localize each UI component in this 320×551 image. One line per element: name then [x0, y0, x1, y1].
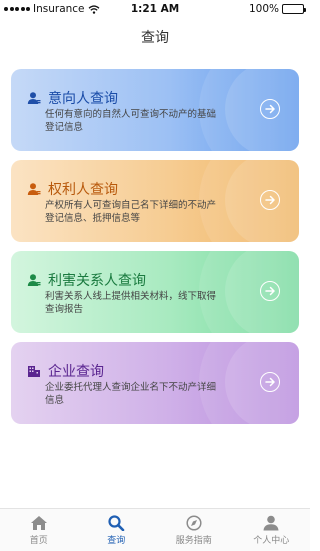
- arrow-right-button[interactable]: [260, 99, 280, 119]
- tab-home[interactable]: 首页: [0, 509, 78, 551]
- tab-service-guide[interactable]: 服务指南: [155, 509, 233, 551]
- person-icon: [27, 183, 41, 195]
- person-icon: [27, 274, 41, 286]
- arrow-right-button[interactable]: [260, 190, 280, 210]
- tab-bar: 首页 查询 服务指南 个人中心: [0, 508, 310, 551]
- person-icon: [27, 92, 41, 104]
- search-icon: [108, 515, 125, 531]
- card-title-row: 权利人查询: [27, 179, 118, 199]
- tab-label: 首页: [29, 536, 48, 546]
- card-title: 企业查询: [48, 364, 104, 380]
- query-card-interested-party[interactable]: 利害关系人查询 利害关系人线上提供相关材料，线下取得查询报告: [11, 251, 299, 333]
- card-title: 利害关系人查询: [48, 273, 146, 289]
- battery-percent: 100%: [248, 3, 279, 15]
- tab-label: 服务指南: [175, 536, 212, 546]
- arrow-right-icon: [264, 195, 275, 205]
- arrow-right-button[interactable]: [260, 372, 280, 392]
- card-title: 权利人查询: [48, 182, 118, 198]
- query-card-enterprise[interactable]: 企业查询 企业委托代理人查询企业名下不动产详细信息: [11, 342, 299, 424]
- page-title: 查询: [141, 30, 169, 46]
- card-description: 企业委托代理人查询企业名下不动产详细信息: [45, 382, 217, 406]
- status-right: 100%: [248, 3, 306, 15]
- user-icon: [263, 515, 279, 531]
- arrow-right-icon: [264, 377, 275, 387]
- card-title-row: 企业查询: [27, 361, 104, 381]
- arrow-right-icon: [264, 286, 275, 296]
- card-title-row: 利害关系人查询: [27, 270, 146, 290]
- home-icon: [30, 516, 47, 530]
- card-description: 任何有意向的自然人可查询不动产的基础登记信息: [45, 109, 217, 133]
- tab-personal-center[interactable]: 个人中心: [233, 509, 311, 551]
- query-card-owner[interactable]: 权利人查询 产权所有人可查询自己名下详细的不动产登记信息、抵押信息等: [11, 160, 299, 242]
- card-title-row: 意向人查询: [27, 88, 118, 108]
- tab-label: 查询: [107, 536, 126, 546]
- arrow-right-button[interactable]: [260, 281, 280, 301]
- query-card-intention[interactable]: 意向人查询 任何有意向的自然人可查询不动产的基础登记信息: [11, 69, 299, 151]
- card-description: 产权所有人可查询自己名下详细的不动产登记信息、抵押信息等: [45, 200, 217, 224]
- card-title: 意向人查询: [48, 91, 118, 107]
- tab-search[interactable]: 查询: [78, 509, 156, 551]
- status-bar: Insurance 1:21 AM 100%: [0, 0, 310, 18]
- compass-icon: [186, 515, 202, 531]
- card-description: 利害关系人线上提供相关材料，线下取得查询报告: [45, 291, 217, 315]
- tab-label: 个人中心: [253, 536, 290, 546]
- arrow-right-icon: [264, 104, 275, 114]
- building-icon: [28, 366, 40, 377]
- battery-icon: [282, 4, 306, 14]
